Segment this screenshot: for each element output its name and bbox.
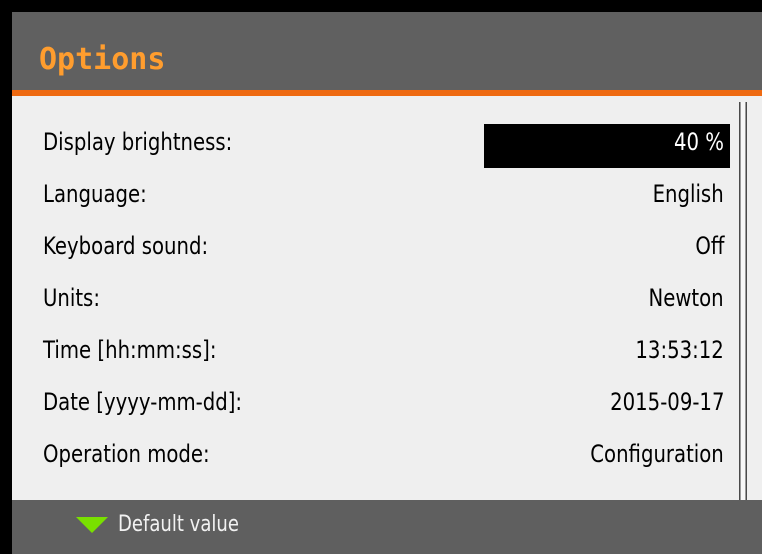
option-value[interactable]: Configuration xyxy=(591,440,724,468)
option-units[interactable]: Units: Newton xyxy=(12,276,762,328)
options-screen: Options Display brightness: 40 % Languag… xyxy=(12,12,762,554)
option-label: Keyboard sound: xyxy=(43,232,209,260)
options-list: Display brightness: 40 % Language: Engli… xyxy=(12,96,762,504)
option-label: Display brightness: xyxy=(43,128,233,156)
device-frame: Options Display brightness: 40 % Languag… xyxy=(0,0,762,554)
footer-bar: Default value xyxy=(12,500,762,554)
option-value[interactable]: 13:53:12 xyxy=(636,336,724,364)
option-language[interactable]: Language: English xyxy=(12,172,762,224)
option-value[interactable]: English xyxy=(653,180,724,208)
option-label: Units: xyxy=(43,284,100,312)
option-value[interactable]: Off xyxy=(695,232,724,260)
option-value[interactable]: Newton xyxy=(649,284,724,312)
option-label: Operation mode: xyxy=(43,440,210,468)
scrollbar-thumb[interactable] xyxy=(740,102,746,502)
option-value[interactable]: 2015-09-17 xyxy=(610,388,724,416)
option-keyboard-sound[interactable]: Keyboard sound: Off xyxy=(12,224,762,276)
default-value-hint: Default value xyxy=(118,512,239,537)
option-label: Date [yyyy-mm-dd]: xyxy=(43,388,243,416)
header-bar: Options xyxy=(12,12,762,90)
option-operation-mode[interactable]: Operation mode: Configuration xyxy=(12,432,762,484)
option-date[interactable]: Date [yyyy-mm-dd]: 2015-09-17 xyxy=(12,380,762,432)
option-time[interactable]: Time [hh:mm:ss]: 13:53:12 xyxy=(12,328,762,380)
option-label: Language: xyxy=(43,180,147,208)
page-title: Options xyxy=(39,42,166,77)
option-display-brightness[interactable]: Display brightness: 40 % xyxy=(12,120,762,172)
option-label: Time [hh:mm:ss]: xyxy=(43,336,217,364)
down-triangle-icon xyxy=(76,517,108,533)
option-value[interactable]: 40 % xyxy=(674,128,724,156)
scrollbar[interactable] xyxy=(739,102,747,502)
